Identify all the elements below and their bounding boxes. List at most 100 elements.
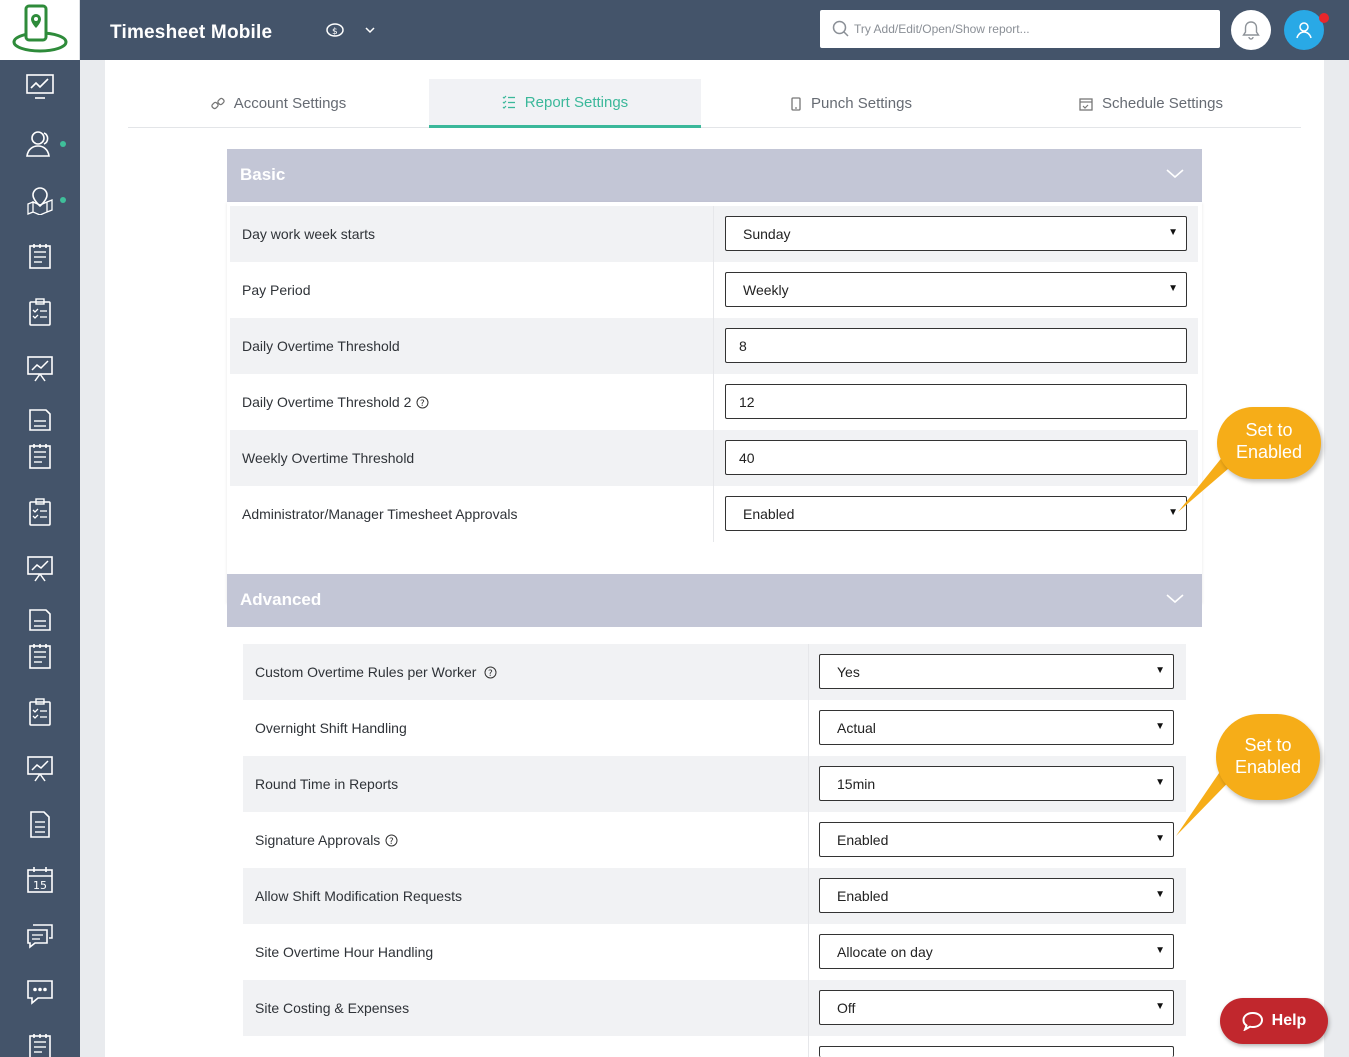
daily-overtime-input[interactable]: 8 [725,328,1187,363]
chat-bubble-icon [1242,1012,1263,1031]
input-value: 8 [739,338,747,354]
callout-line: Enabled [1235,442,1303,462]
weekly-overtime-input[interactable]: 40 [725,440,1187,475]
search-icon [832,20,849,37]
sidebar-workers-icon[interactable] [22,127,58,161]
week-start-select[interactable]: Sunday ▼ [725,216,1187,251]
site-overtime-select[interactable]: Allocate on day ▼ [819,934,1174,969]
tab-account-settings[interactable]: Account Settings [128,79,429,128]
help-icon[interactable]: ? [416,396,429,409]
sidebar-presentation-icon[interactable] [22,751,58,785]
sidebar-calendar-icon[interactable]: 15 [22,863,58,897]
sidebar-reports-icon[interactable] [22,239,58,273]
sidebar-presentation-icon[interactable] [22,551,58,585]
tab-report-settings[interactable]: Report Settings [429,79,701,128]
chevron-down-icon [1166,594,1184,604]
help-icon[interactable]: ? [385,834,398,847]
tab-punch-settings[interactable]: Punch Settings [701,79,1001,128]
overnight-shift-select[interactable]: Actual ▼ [819,710,1174,745]
timesheet-approvals-select[interactable]: Enabled ▼ [725,496,1187,531]
setting-label: Custom Overtime Rules per Worker [255,664,477,680]
sidebar-reports-icon[interactable] [22,1029,58,1057]
tab-schedule-settings[interactable]: Schedule Settings [1001,79,1301,128]
settings-tabs: Account Settings Report Settings Punch S… [128,79,1301,128]
round-time-select[interactable]: 15min ▼ [819,766,1174,801]
setting-row: Administrator/Manager Timesheet Approval… [230,486,1198,542]
setting-label: Administrator/Manager Timesheet Approval… [242,506,518,522]
dropdown-arrow-icon: ▼ [1155,889,1165,900]
notification-dot [1319,13,1329,23]
sidebar-dashboard-icon[interactable] [22,70,58,104]
setting-row: Round Time in Reports 15min ▼ [243,756,1186,812]
sidebar-sites-icon[interactable] [22,183,58,217]
sidebar-status-dot [60,197,66,203]
callout-line: Set to [1244,735,1292,755]
dropdown-arrow-icon: ▼ [1155,945,1165,956]
bell-icon [1242,21,1260,40]
select-value: Allocate on day [837,944,933,960]
dropdown-arrow-icon: ▼ [1155,777,1165,788]
sidebar-chat-icon[interactable] [22,975,58,1009]
help-icon[interactable]: ? [484,666,497,679]
svg-text:?: ? [389,837,394,847]
currency-dropdown[interactable]: $ [324,20,384,42]
setting-row: Site Costing & Expenses Off ▼ [243,980,1186,1036]
sidebar-checklist-icon[interactable] [22,495,58,529]
setting-label: Round Time in Reports [255,776,399,792]
notifications-button[interactable] [1231,10,1271,50]
setting-label: Allow Shift Modification Requests [255,888,462,904]
sidebar-document-icon[interactable] [22,603,58,637]
sidebar-presentation-icon[interactable] [22,351,58,385]
tab-label: Punch Settings [811,95,912,112]
search-input[interactable] [854,10,1210,48]
list-icon [502,95,515,109]
sidebar-checklist-icon[interactable] [22,295,58,329]
setting-label: Signature Approvals [255,832,381,848]
link-icon [210,97,225,109]
basic-section-header[interactable]: Basic [227,149,1202,202]
pay-period-select[interactable]: Weekly ▼ [725,272,1187,307]
setting-row: Site Overtime Hour Handling Allocate on … [243,924,1186,980]
tab-label: Report Settings [524,93,629,111]
setting-row: Day work week starts Sunday ▼ [230,206,1198,262]
dropdown-arrow-icon: ▼ [1155,833,1165,844]
help-button[interactable]: Help [1220,998,1328,1044]
select-value: Weekly [743,282,789,298]
advanced-section-header[interactable]: Advanced [227,574,1202,627]
sidebar-reports-icon[interactable] [22,439,58,473]
setting-row: Weekly Overtime Threshold 40 [230,430,1198,486]
input-value: 40 [739,450,755,466]
tab-label: Account Settings [233,95,347,112]
shift-modification-select[interactable]: Enabled ▼ [819,878,1174,913]
svg-text:?: ? [420,399,425,409]
callout-set-enabled: Set to Enabled [1217,407,1321,493]
advanced-section: Advanced Custom Overtime Rules per Worke… [227,574,1202,1057]
sidebar-messages-icon[interactable] [22,919,58,953]
custom-overtime-select[interactable]: Yes ▼ [819,654,1174,689]
setting-row [243,1036,1186,1057]
svg-text:?: ? [488,669,493,679]
sidebar-file-icon[interactable] [22,807,58,841]
sidebar-checklist-icon[interactable] [22,695,58,729]
site-costing-select[interactable]: Off ▼ [819,990,1174,1025]
setting-label: Daily Overtime Threshold 2 [242,394,412,410]
section-title: Basic [240,165,286,184]
next-setting-select[interactable] [819,1046,1174,1057]
sidebar-document-icon[interactable] [22,403,58,437]
setting-row: Daily Overtime Threshold 8 [230,318,1198,374]
setting-label-wrap: Daily Overtime Threshold 2? [242,374,429,430]
select-value: Yes [837,664,860,680]
setting-label: Weekly Overtime Threshold [242,450,415,466]
svg-text:$: $ [332,27,338,37]
user-avatar-button[interactable] [1284,10,1324,50]
search-box[interactable] [820,10,1220,48]
setting-row: Daily Overtime Threshold 2? 12 [230,374,1198,430]
sidebar: 15 [0,60,80,1057]
sidebar-reports-icon[interactable] [22,639,58,673]
setting-label-wrap: Custom Overtime Rules per Worker? [255,644,497,700]
callout-set-enabled: Set to Enabled [1216,714,1320,800]
signature-approvals-select[interactable]: Enabled ▼ [819,822,1174,857]
select-value: Enabled [743,506,795,522]
daily-overtime-2-input[interactable]: 12 [725,384,1187,419]
app-logo[interactable] [0,0,80,60]
